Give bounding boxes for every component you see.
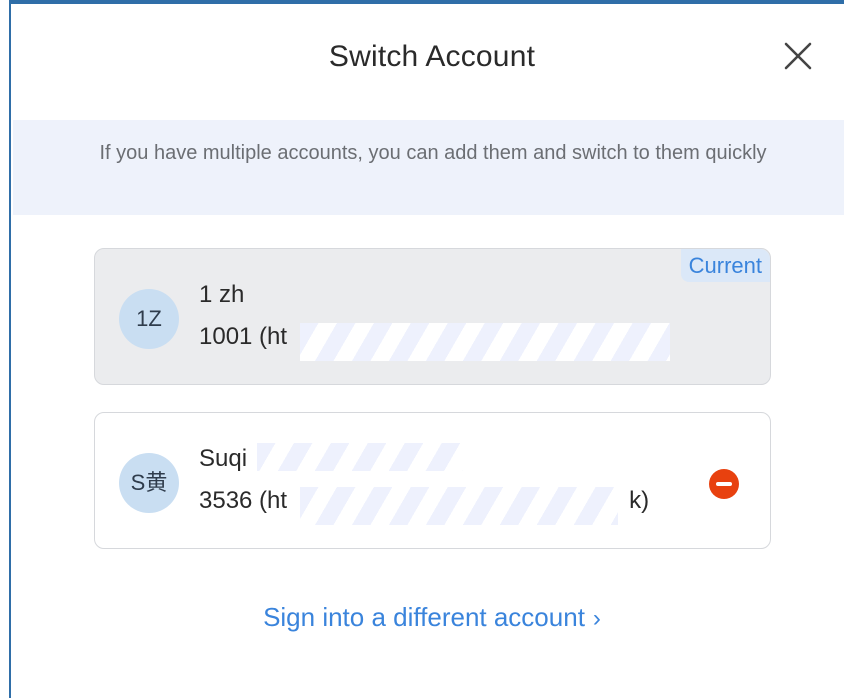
window-frame: Switch Account If you have multiple acco…: [0, 0, 844, 698]
account-detail-start: 3536 (ht: [199, 487, 288, 514]
remove-circle-icon[interactable]: [709, 469, 739, 499]
window-left-border: [0, 0, 11, 698]
dialog-title: Switch Account: [328, 40, 536, 73]
redaction-block: [300, 487, 618, 525]
sign-in-different-account-link[interactable]: Sign into a different account ›: [13, 602, 844, 633]
redaction-block: [257, 443, 463, 471]
current-badge: Current: [680, 249, 770, 282]
switch-account-dialog: Switch Account If you have multiple acco…: [13, 4, 844, 698]
account-card-other[interactable]: S黄 Suqi 3536 (ht k): [94, 412, 771, 549]
info-banner: If you have multiple accounts, you can a…: [13, 120, 844, 215]
avatar: 1Z: [119, 289, 179, 349]
account-name: Suqi: [199, 445, 248, 472]
info-banner-text: If you have multiple accounts, you can a…: [99, 142, 767, 164]
sign-in-link-label: Sign into a different account: [263, 602, 585, 632]
account-detail-end: k): [629, 487, 650, 514]
chevron-right-icon: ›: [592, 605, 601, 632]
close-icon-graphic: [784, 42, 812, 70]
account-detail: 1001 (ht: [199, 323, 288, 350]
account-name: 1 zh: [199, 281, 245, 308]
redaction-block: [300, 323, 670, 361]
account-card-current[interactable]: Current 1Z 1 zh 1001 (ht: [94, 248, 771, 385]
avatar: S黄: [119, 453, 179, 513]
close-icon[interactable]: [783, 41, 813, 71]
